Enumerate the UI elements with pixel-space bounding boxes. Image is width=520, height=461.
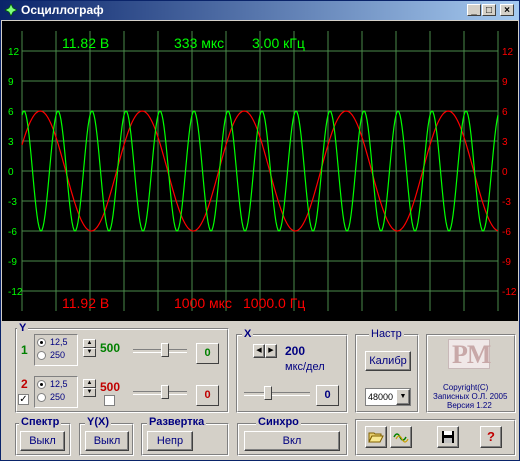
ch1-voltage-readout: 11.82 В [62, 35, 109, 51]
right-arrow-icon[interactable]: ▶ [265, 344, 277, 358]
y-tick-right: -3 [502, 197, 511, 208]
window-title: Осциллограф [21, 3, 104, 17]
ch1-range-12-5-label: 12,5 [50, 337, 68, 347]
setup-panel-label: Настр [369, 328, 404, 340]
x-panel-label: X [242, 328, 254, 340]
sample-rate-select[interactable]: 48000 ▼ [365, 388, 411, 406]
sweep-mode-button[interactable]: Непр [147, 431, 193, 451]
sync-label: Синхро [256, 416, 301, 428]
y-panel-label: Y [17, 322, 29, 334]
y-tick-right: -9 [502, 257, 511, 268]
y-tick-right: -12 [502, 287, 517, 298]
author-line: Записных О.Л. 2005 [433, 392, 508, 401]
slider-thumb [161, 385, 169, 399]
copyright-line: Copyright(C) [443, 383, 489, 392]
app-icon [5, 4, 17, 16]
ch2-invert-checkbox[interactable] [104, 395, 115, 406]
ch1-range-250-label: 250 [50, 350, 66, 360]
scope-grid [21, 31, 499, 311]
ch1-number: 1 [21, 343, 28, 357]
y-tick-right: -6 [502, 227, 511, 238]
y-tick-right: 9 [502, 77, 508, 88]
ch2-offset-slider[interactable] [133, 384, 187, 400]
frequency2-readout: 1000.0 Гц [243, 295, 305, 311]
y-tick-left: 12 [8, 47, 20, 58]
slider-thumb [161, 343, 169, 357]
chevron-down-icon[interactable]: ▼ [396, 389, 410, 405]
y-tick-right: 12 [502, 47, 514, 58]
floppy-disk-icon [442, 431, 454, 443]
down-arrow-icon: ▼ [83, 388, 96, 397]
open-folder-button[interactable] [365, 426, 387, 448]
save-button[interactable] [437, 426, 459, 448]
oscilloscope-window: Осциллограф _ □ × 12 9 6 3 0 -3 -6 -9 -12 12 9 6 3 0… [0, 0, 520, 461]
ch2-number: 2 [21, 377, 28, 391]
sync-toggle-button[interactable]: Вкл [244, 431, 340, 451]
sweep-label: Развертка [147, 416, 207, 428]
ch2-range-radio-12-5[interactable] [37, 380, 46, 389]
yx-label: Y(X) [85, 416, 111, 428]
generator-button[interactable] [390, 426, 412, 448]
title-bar[interactable]: Осциллограф _ □ × [1, 1, 519, 20]
y-tick-left: -6 [8, 227, 17, 238]
ch2-enable-checkbox[interactable]: ✓ [18, 394, 29, 405]
minimize-button[interactable]: _ [467, 4, 481, 16]
y-axis-left: 12 9 6 3 0 -3 -6 -9 -12 [8, 47, 23, 298]
y-axis-right: 12 9 6 3 0 -3 -6 -9 -12 [502, 47, 517, 298]
y-tick-left: 9 [8, 77, 14, 88]
y-tick-right: 6 [502, 107, 508, 118]
x-offset-slider[interactable] [244, 385, 310, 401]
x-timebase-value: 200 [285, 344, 306, 358]
up-arrow-icon: ▲ [83, 379, 96, 388]
ch2-range-250-label: 250 [50, 392, 66, 402]
ch2-voltage-readout: 11.92 В [62, 295, 109, 311]
period2-readout: 1000 мкс [174, 295, 232, 311]
yx-toggle-button[interactable]: Выкл [85, 431, 129, 451]
slider-thumb [264, 386, 272, 400]
sine-wave-icon [393, 433, 409, 443]
down-arrow-icon: ▼ [83, 348, 96, 357]
spectrum-label: Спектр [19, 416, 62, 428]
y-tick-left: 6 [8, 107, 14, 118]
ch1-offset-slider[interactable] [133, 342, 187, 358]
period-readout: 333 мкс [174, 35, 224, 51]
frequency-readout: 3.00 кГц [252, 35, 305, 51]
y-tick-right: 0 [502, 167, 508, 178]
ch1-range-radio-12-5[interactable] [37, 338, 46, 347]
maximize-button[interactable]: □ [482, 4, 496, 16]
ch2-gain-value: 500 [100, 380, 121, 394]
close-button[interactable]: × [500, 4, 514, 16]
y-tick-left: -9 [8, 257, 17, 268]
y-tick-left: -12 [8, 287, 23, 298]
x-offset-reset-button[interactable]: 0 [316, 385, 339, 406]
scope-display: 12 9 6 3 0 -3 -6 -9 -12 12 9 6 3 0 -3 -6 -9 -12 11.82 В … [2, 21, 518, 321]
x-timebase-unit: мкс/дел [285, 361, 325, 373]
calibrate-button[interactable]: Калибр [365, 351, 411, 371]
y-tick-right: 3 [502, 137, 508, 148]
ch2-range-12-5-label: 12,5 [50, 379, 68, 389]
pm-logo: PM [448, 339, 491, 369]
left-arrow-icon[interactable]: ◀ [253, 344, 265, 358]
y-tick-left: 0 [8, 167, 14, 178]
sample-rate-value: 48000 [368, 392, 394, 402]
ch2-gain-spinner[interactable]: ▲ ▼ [83, 379, 96, 398]
scope-canvas: 129630-3-6-9-12 129630-3-6-9-12 11.82 В … [8, 31, 517, 311]
help-button[interactable]: ? [480, 426, 502, 448]
ch1-range-radio-250[interactable] [37, 351, 46, 360]
ch1-gain-value: 500 [100, 341, 121, 355]
up-arrow-icon: ▲ [83, 339, 96, 348]
ch1-offset-reset-button[interactable]: 0 [196, 343, 219, 364]
version-line: Версия 1.22 [447, 401, 492, 410]
x-timebase-spinner[interactable]: ◀ ▶ [253, 344, 277, 358]
y-tick-left: -3 [8, 197, 17, 208]
spectrum-toggle-button[interactable]: Выкл [20, 431, 65, 451]
ch2-range-radio-250[interactable] [37, 393, 46, 402]
y-tick-left: 3 [8, 137, 14, 148]
ch2-offset-reset-button[interactable]: 0 [196, 385, 219, 406]
ch1-gain-spinner[interactable]: ▲ ▼ [83, 339, 96, 358]
folder-open-icon [368, 432, 384, 443]
